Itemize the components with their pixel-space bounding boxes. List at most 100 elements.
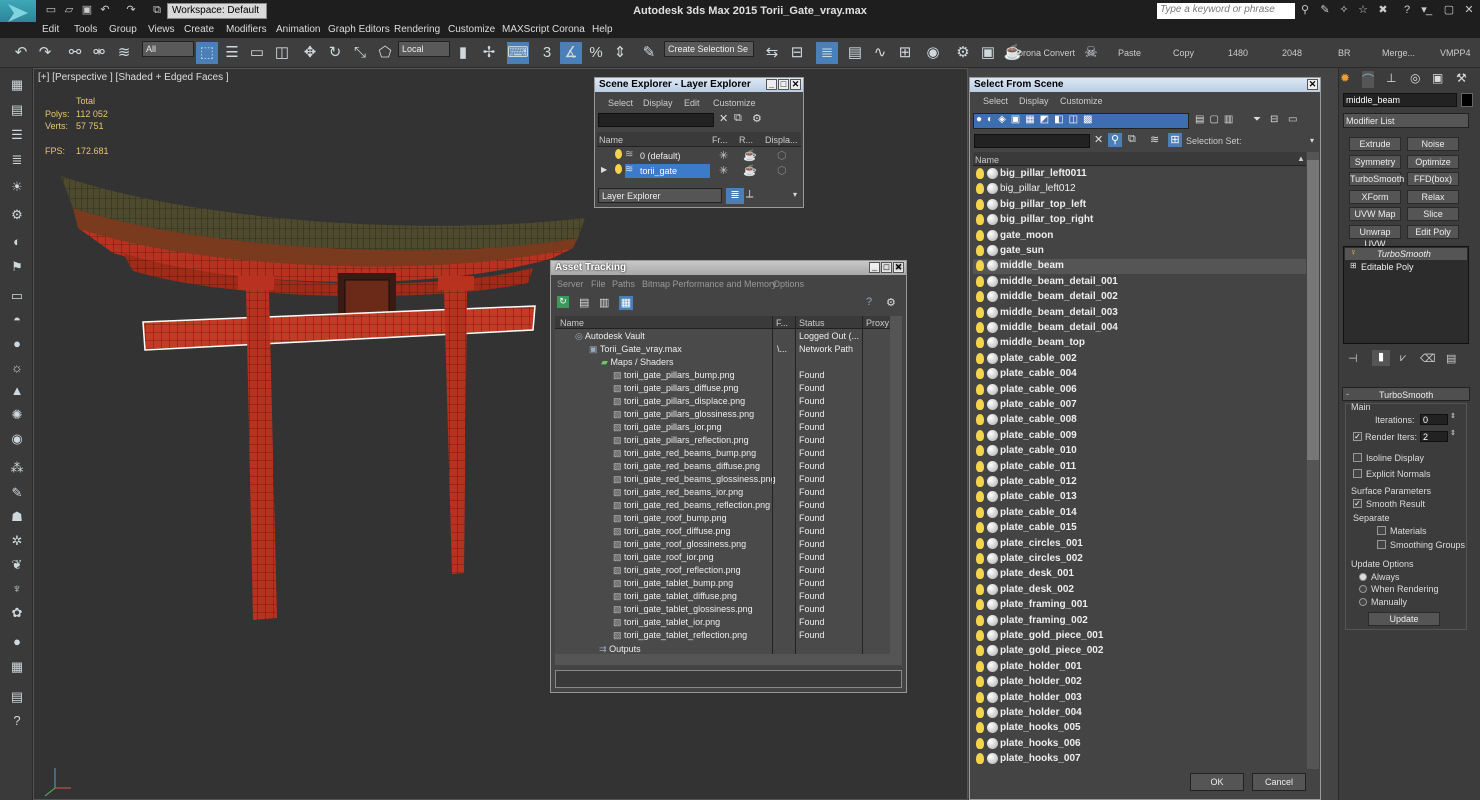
align-icon[interactable]: ⊟ xyxy=(786,42,808,64)
stack-editable-poly-row[interactable]: ⊞ Editable Poly xyxy=(1345,261,1467,273)
snaps-toggle-icon[interactable]: 3 xyxy=(536,42,558,64)
object-row[interactable]: big_pillar_top_right xyxy=(973,213,1306,228)
height-2048-button[interactable]: 2048 xyxy=(1282,48,1302,58)
material-editor-icon[interactable]: ◉ xyxy=(922,42,944,64)
skylight-icon[interactable]: ☼ xyxy=(8,359,26,377)
bulb-icon[interactable] xyxy=(976,229,984,241)
menu-animation[interactable]: Animation xyxy=(276,24,320,35)
bulb-icon[interactable] xyxy=(976,583,984,595)
object-row[interactable]: plate_cable_012 xyxy=(973,475,1306,490)
help-icon[interactable]: ? xyxy=(8,712,26,730)
camera-icon[interactable]: ◐ xyxy=(8,233,26,251)
modifier-button[interactable]: Relax xyxy=(1407,189,1459,204)
modifier-button[interactable]: Optimize xyxy=(1407,154,1459,169)
container-icon[interactable]: ▦ xyxy=(8,76,26,94)
angle-snap-icon[interactable]: ∡ xyxy=(560,42,582,64)
binoculars-icon[interactable]: ⚲ xyxy=(1298,3,1312,17)
manually-radio[interactable] xyxy=(1359,598,1367,606)
asset-tracking-title[interactable]: Asset Tracking _ □ ✕ xyxy=(551,261,906,275)
object-row[interactable]: middle_beam xyxy=(973,259,1306,275)
object-row[interactable]: plate_cable_011 xyxy=(973,460,1306,475)
redo-icon[interactable]: ↷ xyxy=(124,3,138,17)
spinner-arrows-icon[interactable]: ⇕ xyxy=(1450,412,1456,420)
map-row[interactable]: ▧ torii_gate_roof_reflection.png xyxy=(613,565,741,578)
modifier-button[interactable]: XForm xyxy=(1349,189,1401,204)
se-row-default-layer[interactable]: ≋ 0 (default) ✳ ☕ ⬡ xyxy=(597,148,801,163)
render-setup-icon[interactable]: ⚙ xyxy=(952,42,974,64)
map-row[interactable]: ▧ torii_gate_red_beams_ior.png xyxy=(613,487,743,500)
map-row[interactable]: ▧ torii_gate_red_beams_diffuse.png xyxy=(613,461,760,474)
display-box-icon[interactable]: ⬡ xyxy=(777,164,787,177)
remove-modifier-icon[interactable]: ⌫ xyxy=(1420,352,1436,365)
hierarchy-icon[interactable]: ⟂ xyxy=(746,188,753,201)
at-vertical-scrollbar[interactable] xyxy=(890,316,902,654)
object-row[interactable]: big_pillar_left0011 xyxy=(973,167,1306,182)
bulb-icon[interactable] xyxy=(976,275,984,287)
map-row[interactable]: ▧ torii_gate_roof_ior.png xyxy=(613,552,714,565)
hf-icon[interactable]: ♆ xyxy=(8,580,26,598)
bulb-icon[interactable] xyxy=(976,691,984,703)
refresh-icon[interactable]: ↻ xyxy=(557,296,569,308)
clear-search-icon[interactable]: ✕ xyxy=(1094,133,1103,146)
close-icon[interactable]: ✕ xyxy=(1462,3,1476,17)
object-color-swatch[interactable] xyxy=(1461,93,1473,107)
object-row[interactable]: plate_cable_013 xyxy=(973,490,1306,505)
bulb-icon[interactable] xyxy=(976,660,984,672)
corona-convert-button[interactable]: orona Convert xyxy=(1018,48,1075,58)
bulb-icon[interactable] xyxy=(976,568,984,580)
selection-set-dropdown[interactable]: ▾ xyxy=(1310,136,1314,145)
maximize-icon[interactable]: □ xyxy=(778,79,789,90)
at-menu-bitmap-performance[interactable]: Bitmap Performance and Memory xyxy=(642,279,777,289)
settings-icon[interactable]: ⚙ xyxy=(886,296,896,309)
schematic-view-icon[interactable]: ⊞ xyxy=(894,42,916,64)
vault-row[interactable]: ◎ Autodesk Vault xyxy=(575,331,645,344)
cancel-button[interactable]: Cancel xyxy=(1252,773,1306,791)
se-col-freeze[interactable]: Fr... xyxy=(712,135,728,145)
bulb-icon[interactable]: ♀ xyxy=(1350,247,1357,257)
object-row[interactable]: plate_cable_007 xyxy=(973,398,1306,413)
cone-icon[interactable]: ▲ xyxy=(8,382,26,400)
scatter-icon[interactable]: ✲ xyxy=(8,532,26,550)
bulb-icon[interactable] xyxy=(976,429,984,441)
object-row[interactable]: plate_desk_002 xyxy=(973,583,1306,598)
sun-icon[interactable]: ✺ xyxy=(8,406,26,424)
layers-icon[interactable]: ☰ xyxy=(8,126,26,144)
menu-create[interactable]: Create xyxy=(184,24,214,35)
maximize-icon[interactable]: □ xyxy=(881,262,892,273)
fur-icon[interactable]: ☗ xyxy=(8,508,26,526)
mirror-icon[interactable]: ⇆ xyxy=(761,42,783,64)
subscription-icon[interactable]: ✎ xyxy=(1318,3,1332,17)
scene-explorer-title[interactable]: Scene Explorer - Layer Explorer _ □ ✕ xyxy=(595,78,803,92)
table-view-icon[interactable]: ▦ xyxy=(619,296,633,310)
new-file-icon[interactable]: ▭ xyxy=(44,3,58,17)
render-teapot-icon[interactable]: ☕ xyxy=(743,164,757,177)
bulb-icon[interactable] xyxy=(976,399,984,410)
merge-button[interactable]: Merge... xyxy=(1382,48,1415,58)
se-menu-edit[interactable]: Edit xyxy=(684,98,700,108)
communication-icon[interactable]: ✧ xyxy=(1337,3,1351,17)
map-row[interactable]: ▧ torii_gate_pillars_reflection.png xyxy=(613,435,749,448)
copy-button[interactable]: Copy xyxy=(1173,48,1194,58)
expand-plus-icon[interactable]: ⊞ xyxy=(1350,261,1357,270)
bulb-icon[interactable] xyxy=(976,506,984,518)
ribbon-icon[interactable]: ▤ xyxy=(844,42,866,64)
object-row[interactable]: plate_circles_002 xyxy=(973,552,1306,567)
object-row[interactable]: plate_cable_004 xyxy=(973,367,1306,382)
object-row[interactable]: plate_holder_004 xyxy=(973,706,1306,721)
modifier-button[interactable]: Unwrap UVW xyxy=(1349,225,1401,249)
display-tab-icon[interactable]: ▣ xyxy=(1432,71,1443,85)
find-case-icon[interactable]: ⚲ xyxy=(1108,133,1122,147)
hierarchy-icon[interactable]: ⊞ xyxy=(1168,133,1182,147)
menu-rendering[interactable]: Rendering xyxy=(394,24,440,35)
menu-maxscript[interactable]: MAXScript xyxy=(502,24,549,35)
bulb-icon[interactable] xyxy=(976,183,984,195)
map-row[interactable]: ▧ torii_gate_roof_glossiness.png xyxy=(613,539,746,552)
grid-icon[interactable]: ▦ xyxy=(8,658,26,676)
shell-icon[interactable]: ✿ xyxy=(8,604,26,622)
detail-view-icon[interactable]: ▥ xyxy=(599,296,609,309)
map-row[interactable]: ▧ torii_gate_roof_diffuse.png xyxy=(613,526,730,539)
at-col-status[interactable]: Status xyxy=(799,318,825,328)
object-row[interactable]: middle_beam_detail_002 xyxy=(973,290,1306,305)
plane-icon[interactable]: ▭ xyxy=(8,287,26,305)
workspace-dropdown[interactable]: Workspace: Default xyxy=(167,3,267,19)
